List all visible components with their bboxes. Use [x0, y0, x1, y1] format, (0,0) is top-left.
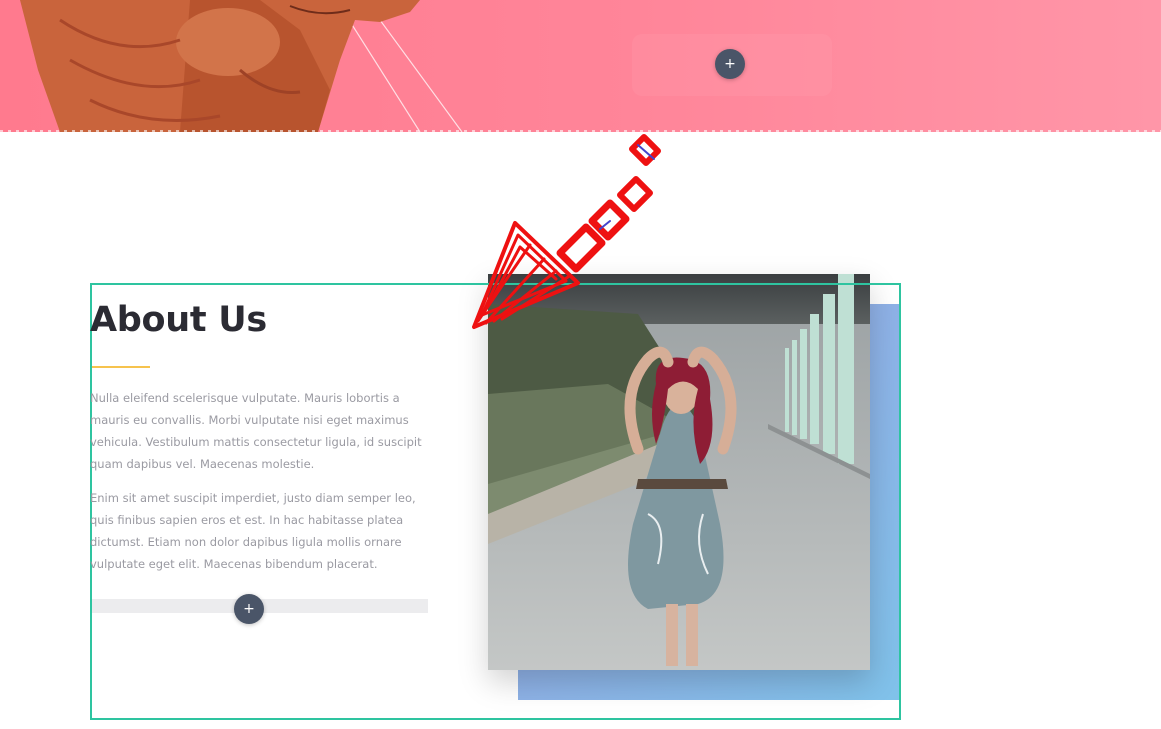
hero-section: + [0, 0, 1161, 132]
about-title: About Us [90, 300, 267, 340]
page-canvas: + About Us Nulla eleifend scelerisque vu… [0, 0, 1161, 729]
title-underline [92, 366, 150, 368]
about-paragraph-2: Enim sit amet suscipit imperdiet, justo … [90, 491, 416, 571]
about-paragraph-1: Nulla eleifend scelerisque vulputate. Ma… [90, 391, 422, 471]
about-add-module-button[interactable]: + [234, 594, 264, 624]
hero-add-module-button[interactable]: + [715, 49, 745, 79]
arrow-pointer-icon [472, 134, 661, 329]
hero-model-photo [20, 0, 420, 132]
plus-icon: + [724, 56, 736, 72]
plus-icon: + [243, 601, 255, 617]
